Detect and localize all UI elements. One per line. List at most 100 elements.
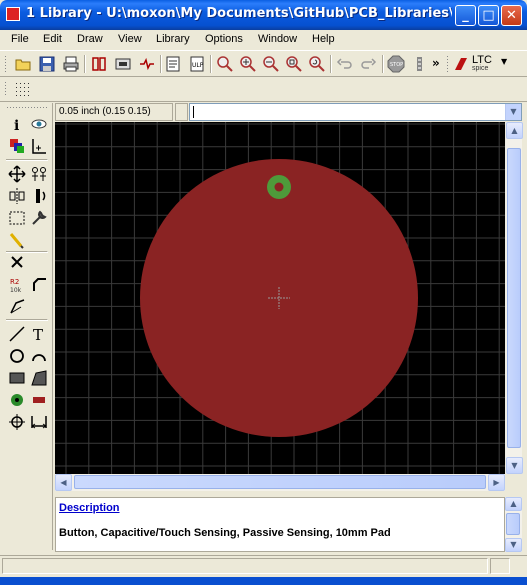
go-icon[interactable] bbox=[411, 55, 429, 73]
horizontal-scrollbar[interactable]: ◀ ▶ bbox=[55, 474, 505, 491]
grid-icon[interactable] bbox=[14, 81, 32, 99]
scroll-down-button[interactable]: ▼ bbox=[506, 457, 523, 474]
palette-separator bbox=[6, 159, 48, 161]
svg-text:i: i bbox=[14, 118, 19, 133]
horizontal-scroll-thumb[interactable] bbox=[74, 475, 486, 489]
split-tool-icon[interactable] bbox=[8, 297, 26, 315]
coordinate-display: 0.05 inch (0.15 0.15) bbox=[55, 103, 173, 121]
drawing-canvas[interactable] bbox=[55, 122, 505, 474]
svg-text:R2: R2 bbox=[10, 278, 19, 286]
window-title: 1 Library - U:\moxon\My Documents\GitHub… bbox=[26, 6, 452, 21]
hole-tool-icon[interactable] bbox=[8, 413, 26, 431]
menu-edit[interactable]: Edit bbox=[43, 33, 62, 45]
stop-icon[interactable]: STOP bbox=[387, 55, 405, 73]
save-icon[interactable] bbox=[38, 55, 56, 73]
group-tool-icon[interactable] bbox=[8, 209, 26, 227]
move-tool-icon[interactable] bbox=[8, 165, 26, 183]
via-drill-hole bbox=[274, 182, 284, 192]
palette-grip[interactable] bbox=[6, 106, 48, 109]
mirror-tool-icon[interactable] bbox=[8, 187, 26, 205]
vertical-scroll-thumb[interactable] bbox=[507, 148, 521, 448]
zoom-out-icon[interactable] bbox=[262, 55, 280, 73]
dimension-tool-icon[interactable] bbox=[30, 413, 48, 431]
wire-tool-icon[interactable] bbox=[8, 325, 26, 343]
name-tool-icon[interactable]: R210k bbox=[8, 275, 26, 293]
desc-scroll-thumb[interactable] bbox=[506, 513, 520, 535]
ulp-icon[interactable]: ULP bbox=[188, 55, 206, 73]
toolbar-grip[interactable] bbox=[446, 55, 449, 73]
eagle-app-icon[interactable] bbox=[6, 7, 20, 21]
menu-file[interactable]: File bbox=[11, 33, 29, 45]
toolbar-grip[interactable] bbox=[4, 81, 7, 97]
vertical-scrollbar[interactable]: ▲ ▼ bbox=[505, 122, 523, 474]
menu-window[interactable]: Window bbox=[258, 33, 297, 45]
show-tool-icon[interactable] bbox=[30, 115, 48, 133]
cam-processor-icon[interactable] bbox=[90, 55, 108, 73]
text-caret bbox=[193, 106, 194, 118]
redo-icon[interactable] bbox=[359, 55, 377, 73]
change-tool-icon[interactable] bbox=[30, 209, 48, 227]
toolbar-separator bbox=[84, 55, 86, 73]
svg-text:STOP: STOP bbox=[390, 62, 403, 68]
coordinate-spacer bbox=[175, 103, 188, 121]
polygon-tool-icon[interactable] bbox=[30, 369, 48, 387]
command-history-dropdown[interactable]: ▼ bbox=[505, 104, 521, 120]
undo-icon[interactable] bbox=[336, 55, 354, 73]
description-scrollbar[interactable]: ▲ ▼ bbox=[505, 497, 522, 552]
scroll-up-button[interactable]: ▲ bbox=[506, 122, 523, 139]
status-message bbox=[2, 558, 488, 574]
print-icon[interactable] bbox=[62, 55, 80, 73]
redraw-icon[interactable] bbox=[308, 55, 326, 73]
main-toolbar: ULP STOP » LTC spice ▼ bbox=[0, 50, 527, 77]
menu-library[interactable]: Library bbox=[156, 33, 190, 45]
delete-tool-icon[interactable] bbox=[8, 253, 26, 271]
text-tool-icon[interactable]: T bbox=[30, 325, 48, 343]
chevron-down-icon: ▼ bbox=[501, 57, 508, 66]
zoom-fit-icon[interactable] bbox=[216, 55, 234, 73]
menu-help[interactable]: Help bbox=[312, 33, 335, 45]
toolbar-overflow-button[interactable]: » bbox=[432, 56, 440, 70]
status-bar bbox=[0, 555, 527, 575]
ltc-spice-button[interactable]: LTC spice ▼ bbox=[453, 54, 515, 74]
title-bar: 1 Library - U:\moxon\My Documents\GitHub… bbox=[0, 0, 527, 30]
display-layers-tool-icon[interactable] bbox=[8, 137, 26, 155]
rect-tool-icon[interactable] bbox=[8, 369, 26, 387]
desc-scroll-up-button[interactable]: ▲ bbox=[505, 497, 522, 511]
menu-draw[interactable]: Draw bbox=[77, 33, 103, 45]
menu-options[interactable]: Options bbox=[205, 33, 243, 45]
circle-tool-icon[interactable] bbox=[8, 347, 26, 365]
command-line-input[interactable]: ▼ bbox=[189, 103, 522, 121]
chevron-up-icon: ▲ bbox=[510, 499, 517, 508]
info-tool-icon[interactable]: i bbox=[8, 115, 26, 133]
status-indicator bbox=[490, 558, 510, 574]
arc-tool-icon[interactable] bbox=[30, 347, 48, 365]
maximize-button[interactable]: □ bbox=[478, 5, 499, 26]
scroll-right-button[interactable]: ▶ bbox=[488, 474, 505, 491]
rotate-tool-icon[interactable] bbox=[30, 187, 48, 205]
description-link[interactable]: Description bbox=[59, 502, 501, 514]
board-icon[interactable] bbox=[114, 55, 132, 73]
desc-scroll-down-button[interactable]: ▼ bbox=[505, 538, 522, 552]
close-button[interactable]: ✕ bbox=[501, 5, 522, 26]
mark-tool-icon[interactable] bbox=[30, 137, 48, 155]
ltc-spice-icon bbox=[455, 58, 467, 70]
smd-tool-icon[interactable] bbox=[30, 391, 48, 409]
miter-tool-icon[interactable] bbox=[30, 275, 48, 293]
paste-tool-icon[interactable] bbox=[8, 231, 26, 249]
toolbar-grip[interactable] bbox=[4, 55, 7, 73]
toolbar-separator bbox=[210, 55, 212, 73]
zoom-in-icon[interactable] bbox=[239, 55, 257, 73]
pad-tool-icon[interactable] bbox=[8, 391, 26, 409]
minimize-button[interactable]: _ bbox=[455, 5, 476, 26]
schematic-icon[interactable] bbox=[138, 55, 156, 73]
svg-text:T: T bbox=[33, 326, 43, 343]
ltc-sub-label: spice bbox=[472, 65, 489, 72]
zoom-select-icon[interactable] bbox=[285, 55, 303, 73]
menu-view[interactable]: View bbox=[118, 33, 142, 45]
chevron-down-icon: ▼ bbox=[510, 540, 517, 549]
window-frame-bottom bbox=[0, 577, 527, 585]
script-icon[interactable] bbox=[164, 55, 182, 73]
copy-tool-icon[interactable] bbox=[30, 165, 48, 183]
open-icon[interactable] bbox=[14, 55, 32, 73]
scroll-left-button[interactable]: ◀ bbox=[55, 474, 72, 491]
